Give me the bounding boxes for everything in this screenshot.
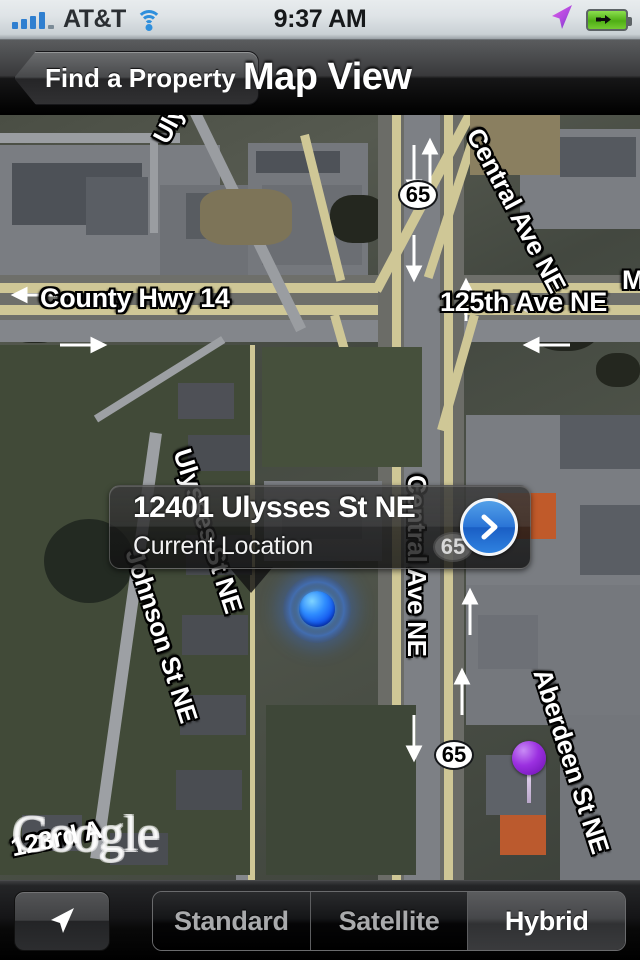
map-label-125th-ave-ne: 125th Ave NE — [440, 287, 607, 317]
chevron-right-icon[interactable] — [460, 498, 518, 556]
page-title: Map View — [243, 56, 412, 98]
callout-title: 12401 Ulysses St NE — [133, 491, 416, 524]
pin-head — [512, 741, 546, 775]
navigation-arrow-icon[interactable] — [14, 891, 110, 951]
callout-tail — [229, 567, 273, 593]
route-shield-65-north: 65 — [398, 180, 438, 210]
status-bar: AT&T 9:37 AM — [0, 0, 640, 40]
callout-subtitle: Current Location — [133, 532, 314, 560]
map-view[interactable]: Ulysse County Hwy 14 125th Ave NE Centra… — [0, 115, 640, 880]
battery-charging-icon — [586, 8, 632, 31]
location-blue-dot — [299, 591, 335, 627]
google-watermark: Google — [12, 806, 160, 863]
map-label-county-hwy-14: County Hwy 14 — [40, 283, 230, 313]
property-pin-marker[interactable] — [512, 741, 546, 803]
map-type-segmented-control[interactable]: Standard Satellite Hybrid — [152, 891, 626, 951]
segment-satellite[interactable]: Satellite — [310, 892, 469, 950]
segment-hybrid[interactable]: Hybrid — [468, 892, 625, 950]
current-location-marker[interactable] — [283, 575, 351, 643]
navigation-bar: Find a Property Map View — [0, 40, 640, 115]
route-shield-65-south: 65 — [434, 740, 474, 770]
status-bar-clock: 9:37 AM — [273, 5, 367, 33]
bottom-toolbar: Standard Satellite Hybrid — [0, 880, 640, 960]
map-label-m-clipped: M — [622, 265, 640, 295]
back-button-find-a-property[interactable]: Find a Property — [14, 51, 259, 105]
map-callout-bubble[interactable]: 65 12401 Ulysses St NE Current Location — [109, 485, 531, 569]
segment-standard[interactable]: Standard — [153, 892, 311, 950]
iphone-screen: AT&T 9:37 AM Find a Property Map View Co… — [0, 0, 640, 960]
